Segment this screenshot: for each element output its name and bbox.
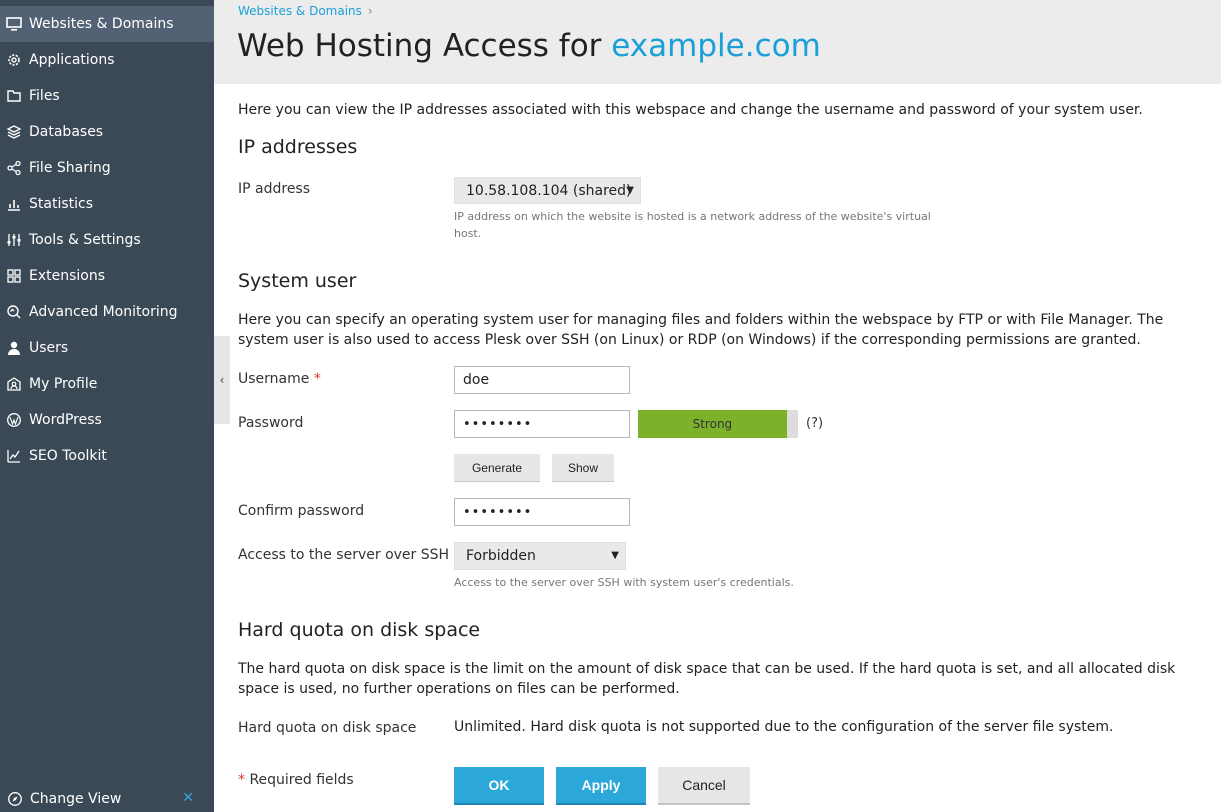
ssh-access-value: Forbidden [466, 548, 536, 564]
page-header: Websites & Domains › Web Hosting Access f… [214, 0, 1221, 84]
ip-section-title: IP addresses [238, 136, 358, 158]
page-title-prefix: Web Hosting Access for [237, 28, 612, 64]
sidebar-item-websites-domains[interactable]: Websites & Domains [0, 6, 214, 42]
ssh-access-label: Access to the server over SSH [238, 547, 450, 563]
password-strength-label: Strong [692, 417, 733, 431]
ok-button[interactable]: OK [454, 767, 544, 805]
ip-address-hint: IP address on which the website is hoste… [454, 210, 931, 240]
quota-description: The hard quota on disk space is the limi… [238, 661, 1176, 697]
username-label: Username * [238, 371, 321, 387]
database-icon [0, 124, 29, 140]
folder-icon [0, 88, 29, 104]
sidebar-item-label: Files [29, 88, 60, 104]
sidebar-item-my-profile[interactable]: My Profile [0, 366, 214, 402]
sidebar-item-statistics[interactable]: Statistics [0, 186, 214, 222]
wordpress-icon [0, 412, 29, 428]
sidebar-item-applications[interactable]: Applications [0, 42, 214, 78]
sidebar-item-label: Extensions [29, 268, 106, 284]
ip-address-label: IP address [238, 181, 311, 197]
sliders-icon [0, 232, 29, 248]
sidebar-item-label: SEO Toolkit [29, 448, 107, 464]
required-fields-note: * Required fields [238, 772, 354, 788]
chevron-left-icon: ‹ [219, 373, 225, 387]
show-password-button[interactable]: Show [552, 454, 614, 482]
chevron-right-icon: › [367, 4, 373, 18]
sidebar-item-users[interactable]: Users [0, 330, 214, 366]
change-view-label: Change View [30, 791, 122, 807]
chevron-down-icon: ▼ [611, 549, 619, 561]
sidebar-item-label: Users [29, 340, 69, 356]
system-user-title: System user [238, 270, 357, 292]
ip-address-value: 10.58.108.104 (shared) [466, 182, 632, 199]
intro-text: Here you can view the IP addresses assoc… [238, 102, 1143, 118]
password-help-link[interactable]: (?) [806, 416, 823, 431]
sidebar-item-wordpress[interactable]: WordPress [0, 402, 214, 438]
profile-icon [0, 376, 29, 392]
cancel-button[interactable]: Cancel [658, 767, 750, 805]
user-icon [0, 340, 29, 356]
sidebar-item-file-sharing[interactable]: File Sharing [0, 150, 214, 186]
sidebar-item-tools-settings[interactable]: Tools & Settings [0, 222, 214, 258]
sidebar-item-label: Websites & Domains [29, 16, 174, 32]
apply-button[interactable]: Apply [556, 767, 646, 805]
password-label: Password [238, 415, 304, 431]
compass-icon [0, 791, 30, 807]
sidebar-item-extensions[interactable]: Extensions [0, 258, 214, 294]
username-input[interactable] [454, 366, 630, 394]
sidebar-item-files[interactable]: Files [0, 78, 214, 114]
sidebar-collapse-handle[interactable]: ‹ [214, 336, 230, 424]
sidebar-item-label: Applications [29, 52, 115, 68]
ssh-access-hint: Access to the server over SSH with syste… [454, 576, 794, 589]
sidebar-item-label: Statistics [29, 196, 93, 212]
sidebar-item-seo-toolkit[interactable]: SEO Toolkit [0, 438, 214, 474]
quota-label: Hard quota on disk space [238, 720, 417, 736]
system-user-description: Here you can specify an operating system… [238, 312, 1164, 348]
quota-value: Unlimited. Hard disk quota is not suppor… [454, 719, 1114, 735]
required-marker: * [313, 371, 321, 387]
ssh-access-select[interactable]: Forbidden ▼ [454, 542, 626, 570]
page-title-domain[interactable]: example.com [611, 28, 821, 64]
required-marker: * [238, 772, 245, 788]
sidebar-item-advanced-monitoring[interactable]: Advanced Monitoring [0, 294, 214, 330]
page-title: Web Hosting Access for example.com [237, 28, 821, 64]
change-view-button[interactable]: Change View ✕ [0, 786, 214, 812]
sidebar-item-label: Databases [29, 124, 104, 140]
seo-icon [0, 448, 29, 464]
share-icon [0, 160, 29, 176]
breadcrumb: Websites & Domains › [238, 4, 373, 18]
password-strength-fill: Strong [638, 410, 787, 438]
monitor-icon [0, 16, 29, 32]
chevron-down-icon: ▼ [626, 184, 634, 196]
puzzle-icon [0, 268, 29, 284]
password-strength-meter: Strong [638, 410, 798, 438]
sidebar-item-label: WordPress [29, 412, 102, 428]
generate-password-button[interactable]: Generate [454, 454, 540, 482]
sidebar-item-databases[interactable]: Databases [0, 114, 214, 150]
password-input[interactable] [454, 410, 630, 438]
confirm-password-label: Confirm password [238, 503, 365, 519]
sidebar-item-label: Advanced Monitoring [29, 304, 178, 320]
sidebar-item-label: My Profile [29, 376, 98, 392]
breadcrumb-link-websites-domains[interactable]: Websites & Domains [238, 4, 362, 18]
bar-chart-icon [0, 196, 29, 212]
quota-section-title: Hard quota on disk space [238, 619, 481, 641]
confirm-password-input[interactable] [454, 498, 630, 526]
required-fields-text: Required fields [245, 772, 354, 788]
ip-address-select[interactable]: 10.58.108.104 (shared) ▼ [454, 177, 641, 204]
close-icon[interactable]: ✕ [182, 790, 194, 806]
sidebar-item-label: Tools & Settings [29, 232, 141, 248]
monitoring-icon [0, 304, 29, 320]
sidebar-item-label: File Sharing [29, 160, 111, 176]
username-label-text: Username [238, 371, 310, 387]
gear-icon [0, 52, 29, 68]
sidebar: Websites & Domains Applications Files Da… [0, 0, 214, 812]
